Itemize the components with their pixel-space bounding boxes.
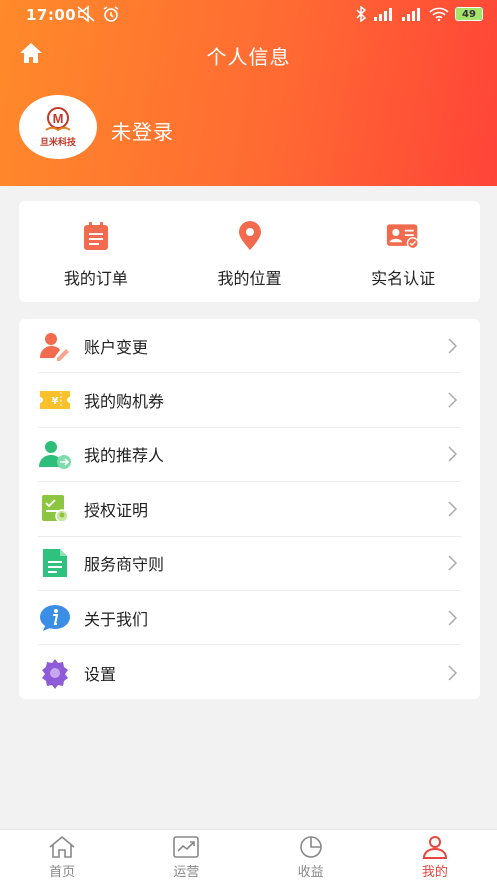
menu-label-coupons: 我的购机券	[84, 392, 165, 412]
bottom-tab-bar: 首页 运营 收益 我的	[0, 829, 497, 883]
avatar[interactable]: M 旦米科技	[19, 95, 97, 159]
person-icon	[422, 836, 447, 859]
referrer-icon	[38, 437, 72, 471]
document-icon	[38, 546, 72, 580]
real-name-auth-button[interactable]: 实名认证	[326, 201, 480, 302]
chart-icon	[173, 836, 200, 858]
real-name-auth-label: 实名认证	[371, 269, 436, 288]
user-edit-icon	[38, 329, 72, 363]
menu-item-settings[interactable]: 设置	[38, 645, 461, 699]
menu-label-authorization: 授权证明	[84, 500, 149, 520]
tab-mine[interactable]: 我的	[373, 830, 497, 883]
page-title: 个人信息	[206, 45, 291, 69]
logo-icon: M	[45, 107, 71, 132]
menu-card: 账户变更 ¥ 我的购机券 我的推荐人 授权证明 服务商守则 关于我们 设置	[19, 319, 480, 699]
tab-earnings-label: 收益	[297, 865, 324, 880]
menu-label-provider-rules: 服务商守则	[84, 555, 165, 575]
tab-operations[interactable]: 运营	[124, 830, 248, 883]
chevron-right-icon	[448, 392, 457, 408]
tab-mine-label: 我的	[421, 865, 448, 880]
status-right-icons: 49	[355, 6, 483, 22]
menu-label-about-us: 关于我们	[84, 609, 149, 629]
mute-icon	[77, 5, 95, 23]
my-location-label: 我的位置	[217, 269, 282, 288]
menu-label-account-change: 账户变更	[84, 337, 149, 357]
menu-item-provider-rules[interactable]: 服务商守则	[38, 537, 461, 591]
info-icon	[38, 601, 72, 635]
tab-operations-label: 运营	[173, 865, 200, 880]
chevron-right-icon	[448, 610, 457, 626]
my-location-button[interactable]: 我的位置	[173, 201, 327, 302]
quick-actions-card: 我的订单 我的位置 实名认证	[19, 201, 480, 302]
my-orders-label: 我的订单	[63, 269, 128, 288]
svg-text:M: M	[53, 111, 64, 126]
signal-2-icon	[402, 8, 420, 21]
home-tab-icon	[49, 835, 75, 858]
order-icon	[79, 219, 113, 253]
chevron-right-icon	[448, 555, 457, 571]
tab-home-label: 首页	[49, 865, 76, 880]
header: 17:00 49 个人信息 M 旦米科技 未登录	[0, 0, 497, 186]
wifi-icon	[429, 7, 449, 21]
certificate-icon	[38, 492, 72, 526]
menu-item-account-change[interactable]: 账户变更	[38, 319, 461, 374]
svg-text:¥: ¥	[52, 396, 59, 407]
login-status[interactable]: 未登录	[111, 116, 174, 145]
chevron-right-icon	[448, 446, 457, 462]
my-orders-button[interactable]: 我的订单	[19, 201, 173, 302]
status-time: 17:00	[26, 6, 77, 24]
logo-text: 旦米科技	[39, 138, 76, 148]
tab-home[interactable]: 首页	[0, 830, 124, 883]
status-left-icons	[76, 5, 120, 23]
battery-icon: 49	[455, 7, 483, 21]
chevron-right-icon	[448, 501, 457, 517]
menu-label-referrer: 我的推荐人	[84, 446, 165, 466]
alarm-icon	[103, 6, 119, 22]
signal-icon	[374, 8, 392, 21]
menu-label-settings: 设置	[84, 664, 117, 684]
location-icon	[233, 219, 267, 253]
tab-earnings[interactable]: 收益	[249, 830, 373, 883]
battery-level: 49	[456, 8, 482, 20]
menu-item-about-us[interactable]: 关于我们	[38, 591, 461, 646]
bluetooth-icon	[356, 6, 367, 22]
chevron-right-icon	[448, 665, 457, 681]
pie-icon	[299, 836, 322, 858]
menu-item-coupons[interactable]: ¥ 我的购机券	[38, 373, 461, 428]
id-card-icon	[386, 219, 420, 253]
menu-item-authorization[interactable]: 授权证明	[38, 482, 461, 537]
chevron-right-icon	[448, 338, 457, 354]
status-bar: 17:00 49	[0, 0, 497, 30]
settings-icon	[38, 656, 72, 690]
coupon-icon: ¥	[38, 383, 72, 417]
menu-item-referrer[interactable]: 我的推荐人	[38, 428, 461, 483]
